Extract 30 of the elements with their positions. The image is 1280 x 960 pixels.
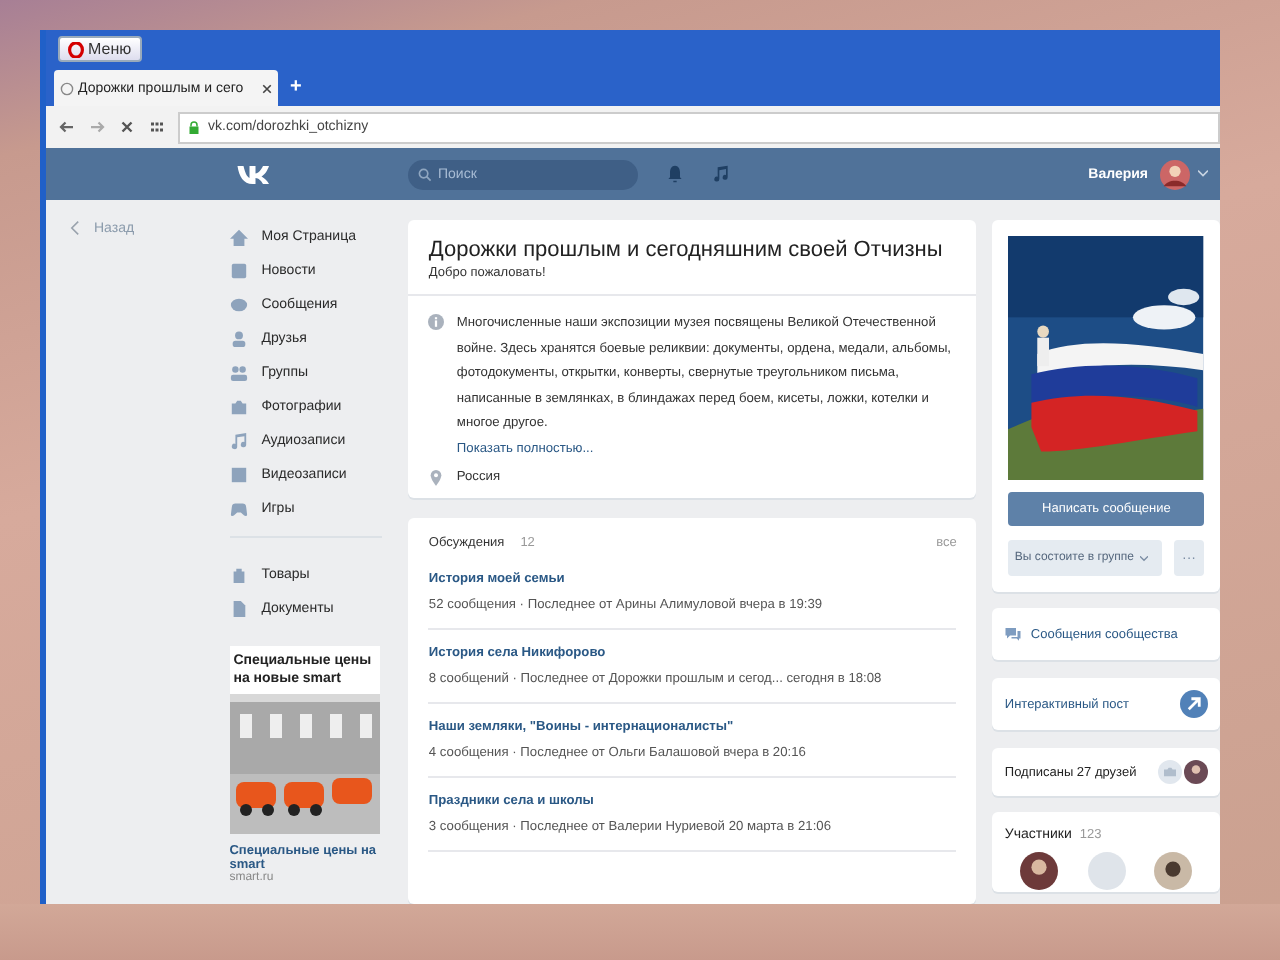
music-note-icon	[229, 432, 248, 450]
logo-icon[interactable]	[236, 163, 272, 185]
caret-icon[interactable]	[1198, 170, 1208, 178]
user-avatar[interactable]	[1160, 159, 1190, 189]
new-tab-button[interactable]: +	[290, 75, 302, 97]
gamepad-icon	[229, 500, 248, 518]
chevron-icon	[70, 220, 80, 236]
lock-icon	[188, 119, 200, 135]
opera-logo-icon	[68, 41, 84, 57]
close-icon[interactable]	[118, 118, 136, 136]
friend-avatar	[1184, 760, 1208, 784]
caret-icon	[1140, 555, 1148, 561]
camera-icon	[1158, 760, 1182, 784]
close-icon[interactable]	[262, 83, 272, 93]
member-avatar[interactable]	[1154, 852, 1192, 890]
back-icon[interactable]	[58, 118, 76, 136]
people-icon	[229, 364, 248, 382]
grid-icon[interactable]	[148, 118, 166, 136]
house-icon	[229, 228, 248, 246]
member-avatar[interactable]	[1020, 852, 1059, 890]
bag-icon	[229, 566, 248, 584]
location-pin-icon	[428, 469, 445, 485]
camera-icon	[229, 398, 248, 416]
document-icon	[229, 600, 248, 618]
menu-button[interactable]: Меню	[58, 36, 142, 62]
group-title: Дорожки прошлым и сегодняшним своей Отчизны	[428, 238, 945, 262]
info-icon	[428, 314, 445, 330]
search-icon	[418, 167, 432, 181]
person-icon	[229, 330, 248, 348]
loading-icon	[60, 81, 74, 95]
